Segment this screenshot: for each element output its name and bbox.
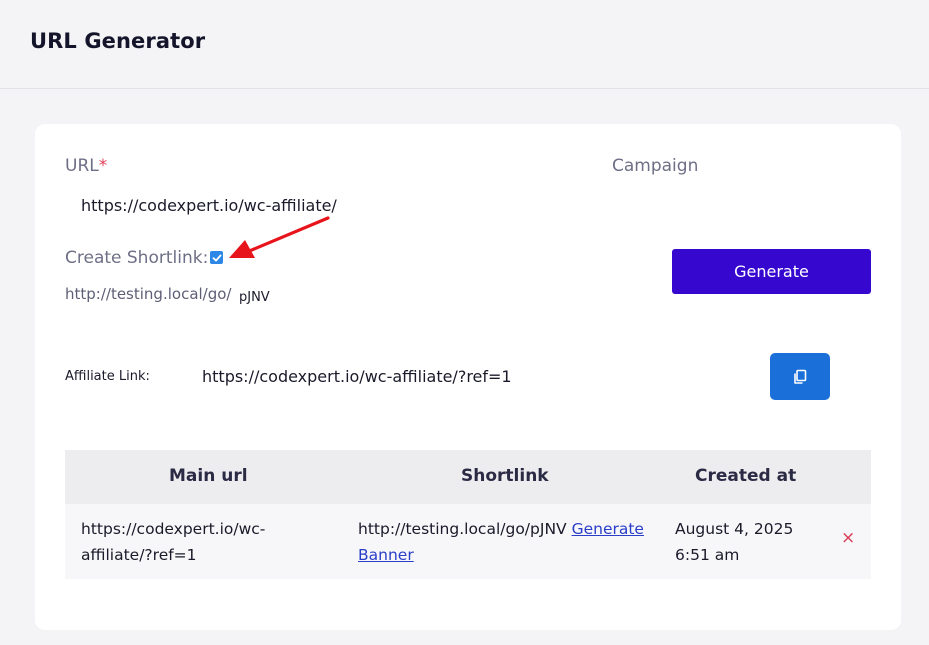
- cell-shortlink: http://testing.local/go/pJNV Generate Ban…: [358, 516, 644, 568]
- url-label-text: URL: [65, 156, 99, 176]
- cell-created-at: August 4, 2025 6:51 am: [675, 516, 793, 568]
- generate-banner-line-2: Banner: [358, 546, 414, 564]
- campaign-label: Campaign: [612, 156, 699, 176]
- create-shortlink-checkbox[interactable]: [210, 251, 223, 264]
- column-header-main-url: Main url: [169, 466, 248, 486]
- created-date: August 4, 2025: [675, 520, 794, 538]
- main-url-line-2: affiliate/?ref=1: [81, 546, 197, 564]
- url-label: URL*: [65, 156, 107, 176]
- create-shortlink-label: Create Shortlink:: [65, 248, 209, 268]
- table-row: https://codexpert.io/wc- affiliate/?ref=…: [65, 504, 871, 579]
- affiliate-link-value[interactable]: https://codexpert.io/wc-affiliate/?ref=1: [202, 367, 512, 386]
- shortlink-text: http://testing.local/go/pJNV: [358, 520, 567, 538]
- shortlink-base-url: http://testing.local/go/: [65, 285, 232, 303]
- copy-button[interactable]: [770, 353, 830, 400]
- column-header-shortlink: Shortlink: [461, 466, 549, 486]
- url-input[interactable]: https://codexpert.io/wc-affiliate/: [81, 196, 337, 215]
- created-time: 6:51 am: [675, 546, 740, 564]
- shortlinks-table: Main url Shortlink Created at https://co…: [65, 450, 871, 579]
- generate-banner-line-1: Generate: [571, 520, 644, 538]
- column-header-created-at: Created at: [695, 466, 797, 486]
- page-title: URL Generator: [30, 29, 206, 53]
- table-header: Main url Shortlink Created at: [65, 450, 871, 504]
- shortlink-slug-input[interactable]: pJNV: [239, 290, 270, 305]
- checkmark-icon: [212, 254, 221, 261]
- generate-button[interactable]: Generate: [672, 249, 871, 294]
- affiliate-link-label: Affiliate Link:: [65, 369, 150, 384]
- delete-icon[interactable]: ×: [841, 530, 855, 547]
- url-generator-card: URL* Campaign https://codexpert.io/wc-af…: [35, 124, 901, 630]
- cell-main-url: https://codexpert.io/wc- affiliate/?ref=…: [81, 516, 265, 568]
- page-header: URL Generator: [0, 0, 929, 89]
- annotation-arrow-icon: [229, 216, 330, 258]
- main-url-line-1: https://codexpert.io/wc-: [81, 520, 266, 538]
- required-mark: *: [98, 156, 108, 176]
- copy-icon: [794, 369, 807, 384]
